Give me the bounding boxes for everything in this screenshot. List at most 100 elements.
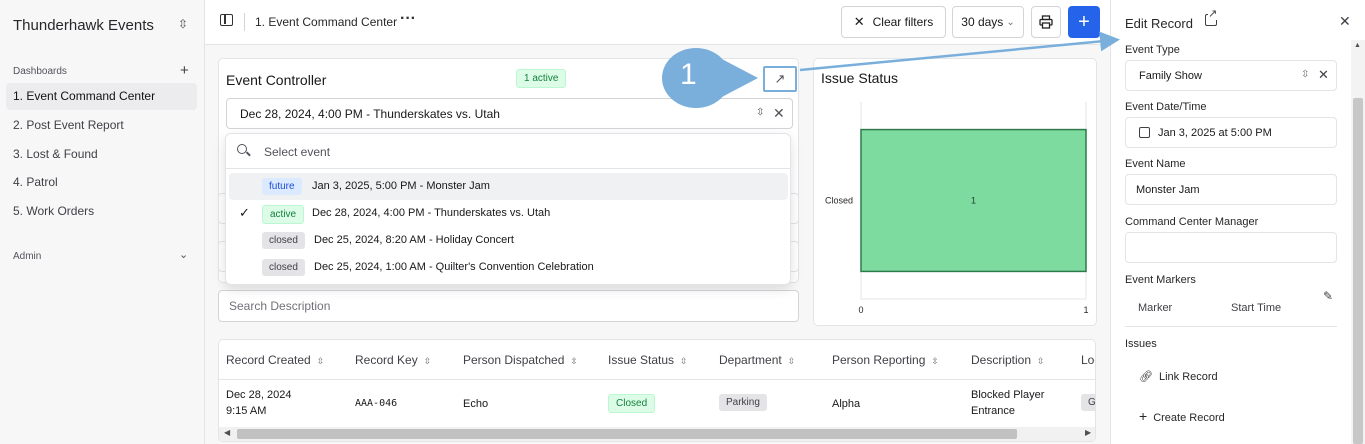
column-header-department[interactable]: Department ⇳ xyxy=(719,353,795,367)
event-name-input[interactable]: Monster Jam xyxy=(1125,174,1337,205)
clear-icon[interactable]: ✕ xyxy=(1318,67,1329,83)
event-option[interactable]: closed Dec 25, 2024, 8:20 AM - Holiday C… xyxy=(229,227,788,254)
app-title[interactable]: Thunderhawk Events xyxy=(13,17,154,34)
sidebar-item-lost-found[interactable]: 3. Lost & Found xyxy=(6,141,197,168)
scroll-thumb[interactable] xyxy=(1353,98,1363,444)
clear-filters-button[interactable]: ✕ Clear filters xyxy=(841,6,946,38)
print-button[interactable] xyxy=(1031,6,1061,38)
external-link-icon[interactable] xyxy=(1205,8,1218,26)
event-type-value: Family Show xyxy=(1139,70,1202,82)
sidebar-item-patrol[interactable]: 4. Patrol xyxy=(6,169,197,196)
vertical-scrollbar[interactable]: ▲ xyxy=(1351,40,1365,444)
sort-icon[interactable]: ⇳ xyxy=(424,356,432,366)
records-table: Record Created ⇳ Record Key ⇳ Person Dispatc… xyxy=(218,339,1096,442)
active-count-badge: 1 active xyxy=(516,69,567,88)
edit-markers-icon[interactable]: ✎ xyxy=(1323,289,1333,303)
top-bar: 1. Event Command Center ··· ✕ Clear filt… xyxy=(205,0,1110,45)
sort-icon[interactable]: ⇳ xyxy=(1037,356,1045,366)
create-record-button[interactable]: + Create Record xyxy=(1139,408,1225,424)
event-datetime-value: Jan 3, 2025 at 5:00 PM xyxy=(1158,127,1272,139)
chevron-up-down-icon: ⇳ xyxy=(1301,69,1310,80)
event-datetime-field[interactable]: Jan 3, 2025 at 5:00 PM xyxy=(1125,117,1337,148)
sort-icon[interactable]: ⇳ xyxy=(570,356,578,366)
admin-label[interactable]: Admin xyxy=(13,251,41,262)
cell-record-key: AAA-046 xyxy=(355,398,398,409)
sort-icon[interactable]: ⇳ xyxy=(680,356,688,366)
edit-record-panel: Edit Record ✕ Event Type Family Show ⇳ ✕… xyxy=(1110,0,1365,444)
column-header-record-created[interactable]: Record Created ⇳ xyxy=(226,353,324,367)
description-line: Blocked Player xyxy=(971,389,1045,401)
link-record-label: Link Record xyxy=(1158,371,1218,383)
app-switcher-icon[interactable]: ⇳ xyxy=(178,17,188,31)
scroll-right-icon[interactable]: ▶ xyxy=(1085,428,1091,437)
manager-input[interactable] xyxy=(1125,232,1337,263)
scroll-left-icon[interactable]: ◀ xyxy=(224,428,230,437)
search-description-input[interactable]: Search Description xyxy=(218,290,799,322)
column-header-label: Description xyxy=(971,353,1032,367)
column-header-label: Department xyxy=(719,353,782,367)
sort-icon[interactable]: ⇳ xyxy=(931,356,939,366)
event-type-select[interactable]: Family Show ⇳ ✕ xyxy=(1125,60,1337,91)
date-range-select[interactable]: 30 days ⌄ xyxy=(952,6,1024,38)
start-time-column-header: Start Time xyxy=(1231,302,1282,314)
close-icon[interactable]: ✕ xyxy=(1339,13,1351,30)
event-select-value: Dec 28, 2024, 4:00 PM - Thunderskates vs… xyxy=(240,107,500,121)
dropdown-search[interactable]: Select event xyxy=(226,134,790,169)
check-icon: ✓ xyxy=(239,205,250,220)
event-datetime-label: Event Date/Time xyxy=(1125,101,1207,113)
toggle-sidebar-icon[interactable] xyxy=(220,14,233,26)
expand-button[interactable]: ↗ xyxy=(763,66,797,92)
scroll-up-icon[interactable]: ▲ xyxy=(1354,42,1361,49)
marker-column-header: Marker xyxy=(1138,302,1173,314)
column-header-label: Person Dispatched xyxy=(463,353,565,367)
sort-icon[interactable]: ⇳ xyxy=(788,356,796,366)
event-type-label: Event Type xyxy=(1125,44,1180,56)
column-header-person-reporting[interactable]: Person Reporting ⇳ xyxy=(832,353,939,367)
plus-icon: + xyxy=(1139,408,1148,424)
column-header-person-dispatched[interactable]: Person Dispatched ⇳ xyxy=(463,353,578,367)
event-option-label: Dec 28, 2024, 4:00 PM - Thunderskates vs… xyxy=(312,207,551,219)
cell-issue-status: Closed xyxy=(608,394,656,413)
column-header-record-key[interactable]: Record Key ⇳ xyxy=(355,353,431,367)
description-line: Entrance xyxy=(971,405,1016,417)
column-header-label: Loc xyxy=(1081,353,1095,367)
calendar-icon xyxy=(1139,127,1150,138)
column-header-issue-status[interactable]: Issue Status ⇳ xyxy=(608,353,688,367)
cell-description: Blocked Player Entrance xyxy=(971,387,1044,419)
add-button[interactable]: + xyxy=(1068,6,1100,38)
category-label: Closed xyxy=(825,196,853,206)
column-header-description[interactable]: Description ⇳ xyxy=(971,353,1045,367)
event-option[interactable]: closed Dec 25, 2024, 1:00 AM - Quilter's… xyxy=(229,254,788,281)
sort-icon[interactable]: ⇳ xyxy=(317,356,325,366)
x-tick-label: 1 xyxy=(1083,305,1088,315)
sidebar-item-post-event-report[interactable]: 2. Post Event Report xyxy=(6,112,197,139)
clear-select-icon[interactable]: ✕ xyxy=(773,105,785,122)
x-tick-label: 0 xyxy=(858,305,863,315)
event-option[interactable]: ✓ active Dec 28, 2024, 4:00 PM - Thunder… xyxy=(229,200,788,227)
header-divider xyxy=(219,379,1095,380)
horizontal-scrollbar[interactable]: ◀ ▶ xyxy=(219,427,1095,441)
status-badge: closed xyxy=(262,232,305,249)
add-dashboard-icon[interactable]: + xyxy=(180,62,189,79)
dropdown-search-input[interactable]: Select event xyxy=(264,145,330,159)
more-options-icon[interactable]: ··· xyxy=(400,10,416,28)
sidebar-item-event-command-center[interactable]: 1. Event Command Center xyxy=(6,83,197,110)
scroll-thumb[interactable] xyxy=(237,429,1017,439)
column-header-label: Person Reporting xyxy=(832,353,926,367)
search-icon xyxy=(237,144,247,154)
event-option-label: Dec 25, 2024, 8:20 AM - Holiday Concert xyxy=(314,234,514,246)
link-record-button[interactable]: 🔗︎ Link Record xyxy=(1139,370,1218,383)
event-name-label: Event Name xyxy=(1125,158,1186,170)
event-option[interactable]: future Jan 3, 2025, 5:00 PM - Monster Ja… xyxy=(229,173,788,200)
dashboards-label: Dashboards xyxy=(13,66,67,77)
arrow-up-right-icon: ↗ xyxy=(774,71,786,86)
admin-chevron-down-icon[interactable]: ⌄ xyxy=(179,248,188,261)
cell-department: Parking xyxy=(719,394,767,411)
event-option-label: Dec 25, 2024, 1:00 AM - Quilter's Conven… xyxy=(314,261,594,273)
event-controller-title: Event Controller xyxy=(226,72,327,88)
sidebar-item-work-orders[interactable]: 5. Work Orders xyxy=(6,198,197,225)
date-range-value: 30 days xyxy=(961,15,1004,29)
cell-record-created: Dec 28, 2024 9:15 AM xyxy=(226,387,291,419)
status-badge: Closed xyxy=(608,394,656,413)
column-header-location[interactable]: Loc xyxy=(1081,353,1095,367)
